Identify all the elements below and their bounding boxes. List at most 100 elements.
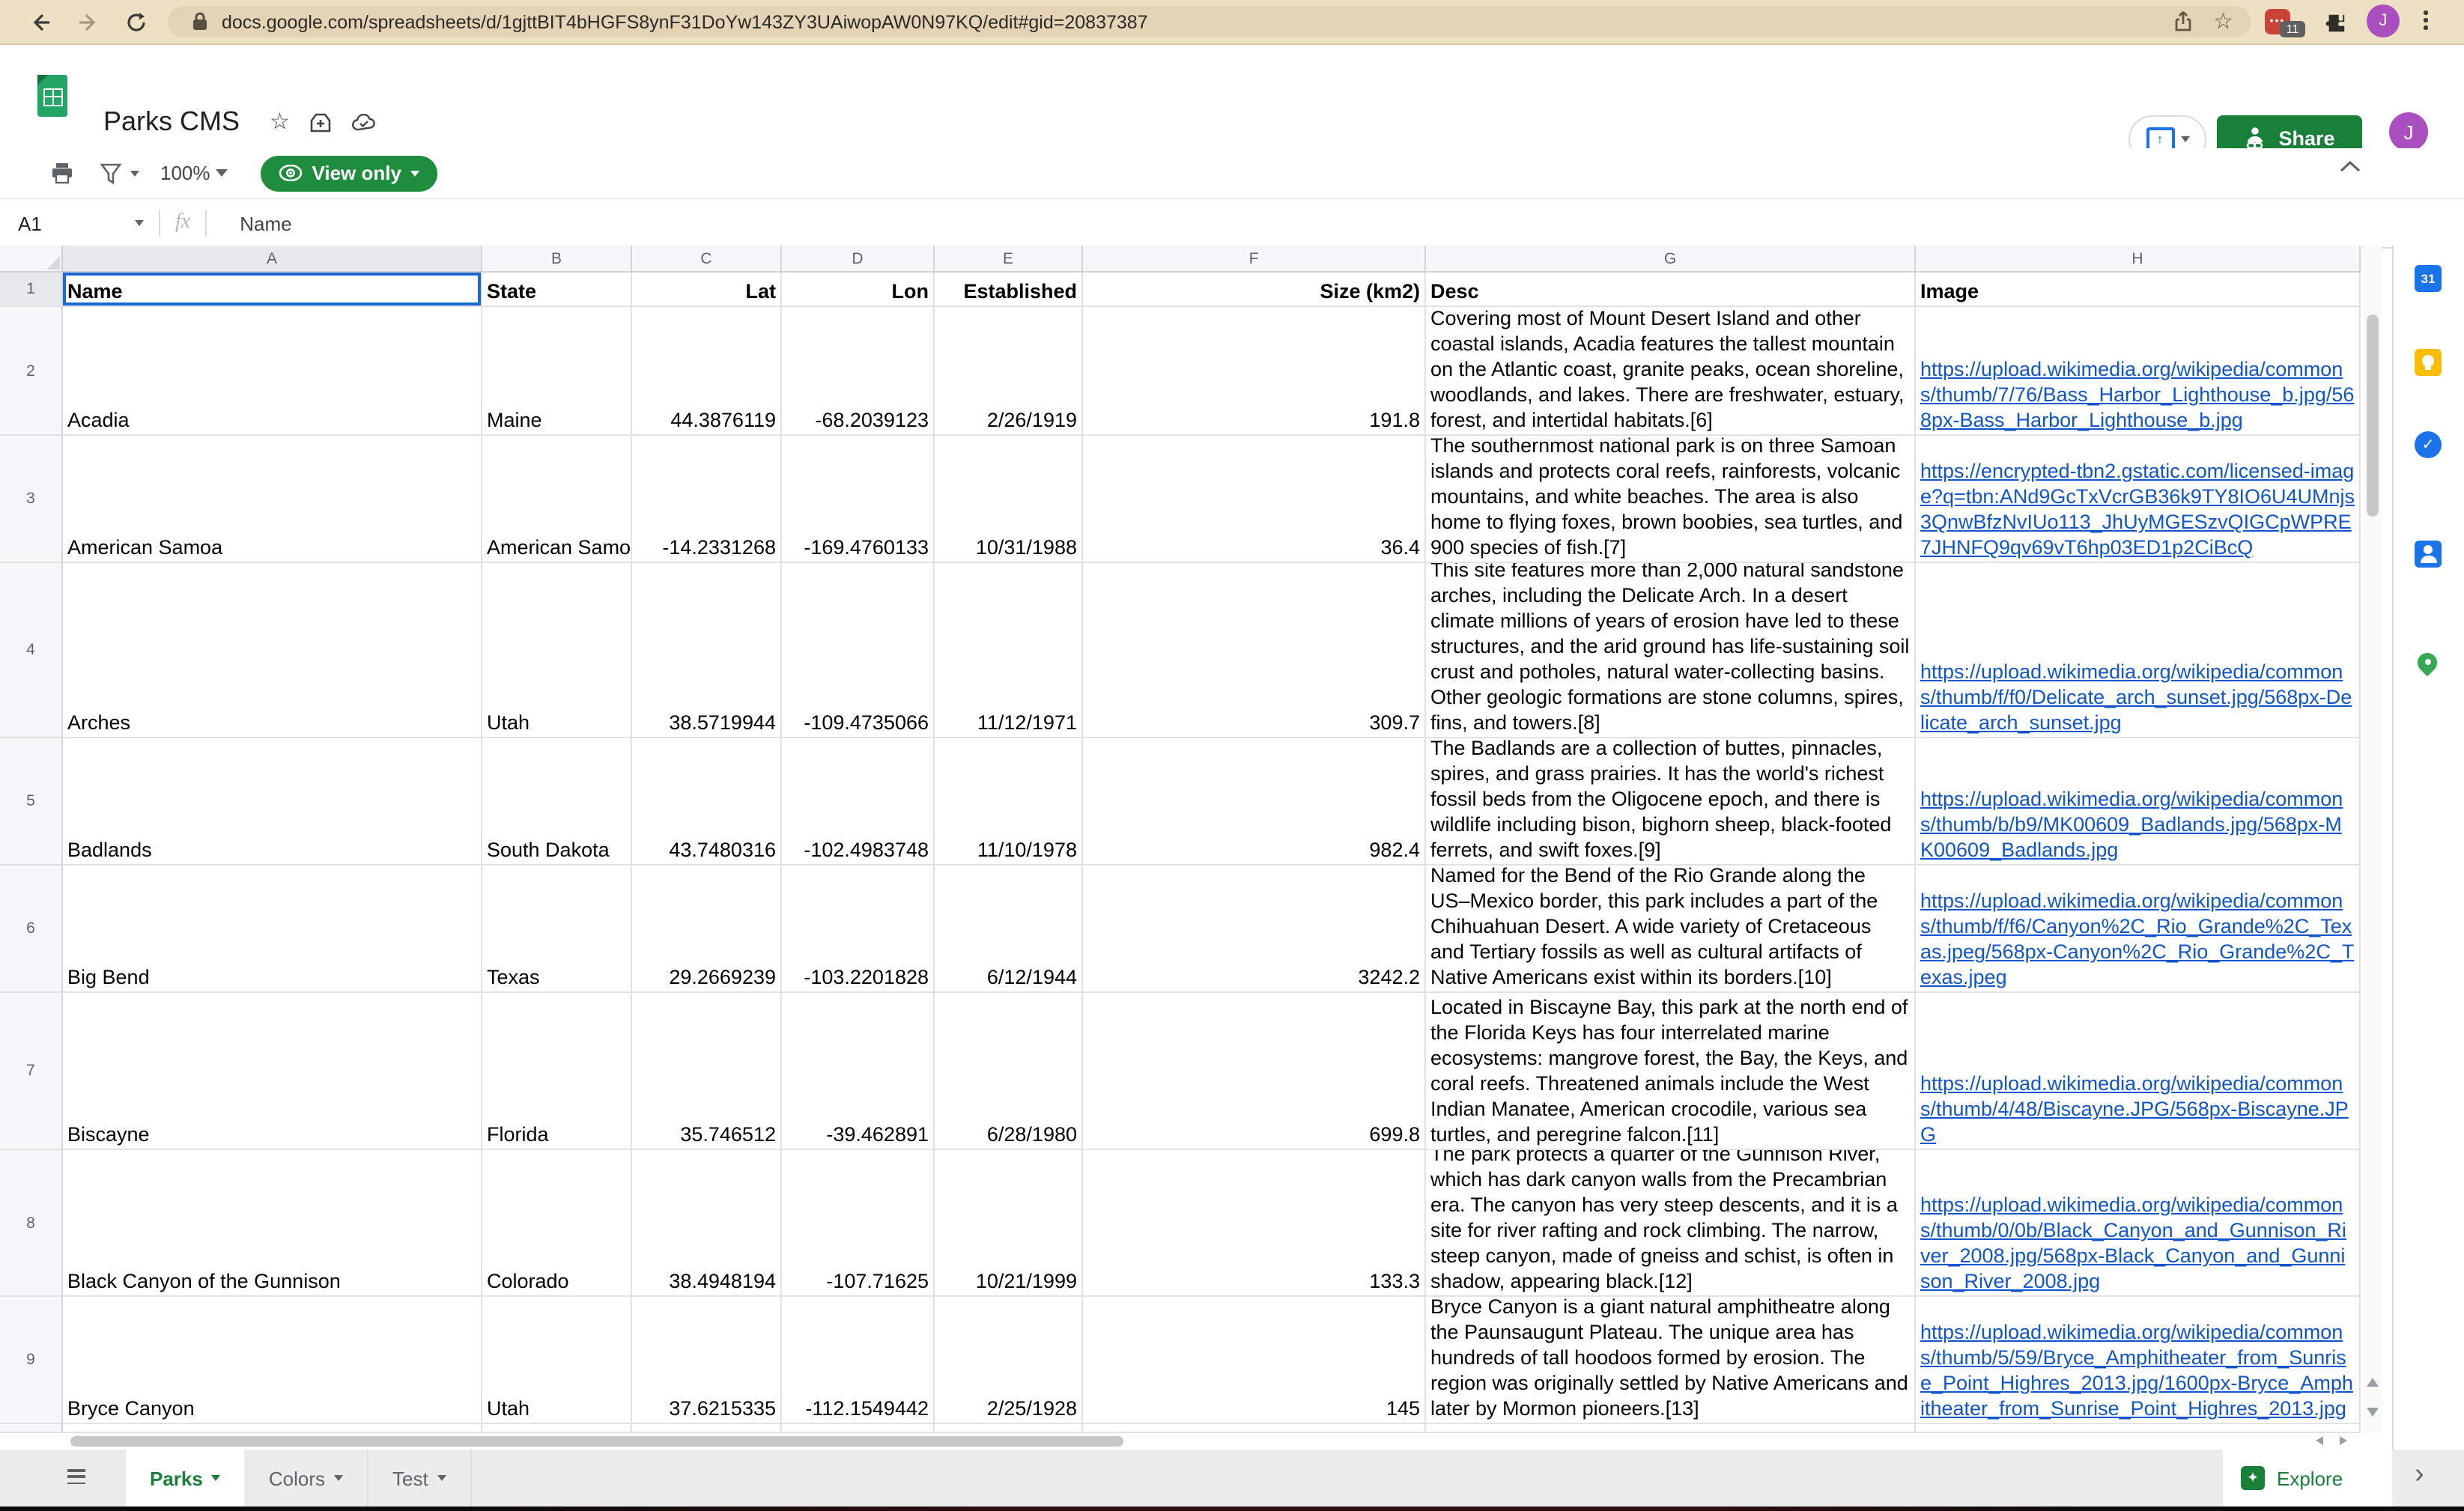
cell-C8[interactable]: 38.4948194 [632, 1150, 782, 1297]
sheets-logo[interactable] [37, 75, 67, 117]
image-link[interactable]: https://encrypted-tbn2.gstatic.com/licen… [1920, 458, 2355, 562]
cell-F2[interactable]: 191.8 [1083, 307, 1426, 436]
cell-G3[interactable]: The southernmost national park is on thr… [1426, 436, 1916, 563]
cell-D[interactable] [782, 1424, 935, 1433]
cell-C1[interactable]: Lat [632, 273, 782, 307]
column-header-C[interactable]: C [632, 246, 782, 273]
cell-F4[interactable]: 309.7 [1083, 563, 1426, 738]
image-link[interactable]: https://upload.wikimedia.org/wikipedia/c… [1920, 1319, 2355, 1423]
cell-G8[interactable]: The park protects a quarter of the Gunni… [1426, 1150, 1916, 1297]
cell-D3[interactable]: -169.4760133 [782, 436, 935, 563]
back-button[interactable] [27, 8, 54, 35]
filter-icon[interactable] [100, 162, 121, 183]
cell-A3[interactable]: American Samoa [63, 436, 482, 563]
forward-button[interactable] [75, 8, 102, 35]
contacts-icon[interactable] [2415, 541, 2442, 568]
row-header-2[interactable]: 2 [0, 307, 63, 436]
image-link[interactable]: https://upload.wikimedia.org/wikipedia/c… [1920, 356, 2355, 434]
cell-G5[interactable]: The Badlands are a collection of buttes,… [1426, 738, 1916, 866]
share-page-icon[interactable] [2173, 10, 2192, 33]
scroll-right-icon[interactable] [2340, 1436, 2347, 1445]
scroll-left-icon[interactable] [2316, 1436, 2323, 1445]
cell-H4[interactable]: https://upload.wikimedia.org/wikipedia/c… [1916, 563, 2361, 738]
row-header-7[interactable]: 7 [0, 993, 63, 1150]
scroll-up-icon[interactable] [2367, 1378, 2379, 1387]
cell-G1[interactable]: Desc [1426, 273, 1916, 307]
cell-E7[interactable]: 6/28/1980 [935, 993, 1083, 1150]
horizontal-scrollbar[interactable] [0, 1433, 2392, 1450]
cell-E8[interactable]: 10/21/1999 [935, 1150, 1083, 1297]
cell-A6[interactable]: Big Bend [63, 866, 482, 993]
cell-C9[interactable]: 37.6215335 [632, 1297, 782, 1424]
collapse-toolbar-icon[interactable] [2340, 160, 2361, 172]
cell-E4[interactable]: 11/12/1971 [935, 563, 1083, 738]
cell-A2[interactable]: Acadia [63, 307, 482, 436]
browser-profile-avatar[interactable]: J [2367, 4, 2400, 37]
view-only-button[interactable]: View only [261, 155, 437, 191]
cell-G9[interactable]: Bryce Canyon is a giant natural amphithe… [1426, 1297, 1916, 1424]
cell-C2[interactable]: 44.3876119 [632, 307, 782, 436]
move-to-drive-icon[interactable] [311, 112, 332, 133]
cell-B5[interactable]: South Dakota [482, 738, 632, 866]
extensions-puzzle-icon[interactable] [2322, 9, 2349, 36]
cell-H2[interactable]: https://upload.wikimedia.org/wikipedia/c… [1916, 307, 2361, 436]
star-document-icon[interactable]: ☆ [270, 111, 290, 133]
column-header-G[interactable]: G [1426, 246, 1916, 273]
cell-A[interactable] [63, 1424, 482, 1433]
cell-F[interactable] [1083, 1424, 1426, 1433]
formula-input[interactable]: Name [240, 212, 291, 234]
sheet-tab-test[interactable]: Test [368, 1450, 472, 1507]
cell-D6[interactable]: -103.2201828 [782, 866, 935, 993]
browser-menu-icon[interactable] [2424, 10, 2427, 29]
cell-D8[interactable]: -107.71625 [782, 1150, 935, 1297]
account-avatar[interactable]: J [2389, 112, 2428, 151]
cell-A4[interactable]: Arches [63, 563, 482, 738]
row-header-blank[interactable] [0, 1424, 63, 1433]
reload-button[interactable] [123, 8, 150, 35]
cell-B6[interactable]: Texas [482, 866, 632, 993]
cell-H7[interactable]: https://upload.wikimedia.org/wikipedia/c… [1916, 993, 2361, 1150]
cell-F7[interactable]: 699.8 [1083, 993, 1426, 1150]
cell-B3[interactable]: American Samoa [482, 436, 632, 563]
cell-E[interactable] [935, 1424, 1083, 1433]
vertical-scrollbar-thumb[interactable] [2367, 314, 2379, 517]
url-text[interactable]: docs.google.com/spreadsheets/d/1gjttBIT4… [222, 11, 2173, 32]
cell-E2[interactable]: 2/26/1919 [935, 307, 1083, 436]
cell-C3[interactable]: -14.2331268 [632, 436, 782, 563]
filter-caret-icon[interactable] [130, 170, 139, 176]
print-icon[interactable] [51, 162, 73, 184]
column-header-A[interactable]: A [63, 246, 482, 273]
row-header-5[interactable]: 5 [0, 738, 63, 866]
cell-E1[interactable]: Established [935, 273, 1083, 307]
all-sheets-icon[interactable] [67, 1469, 85, 1485]
cell-E3[interactable]: 10/31/1988 [935, 436, 1083, 563]
name-box[interactable]: A1 [0, 212, 135, 234]
cell-G6[interactable]: Named for the Bend of the Rio Grande alo… [1426, 866, 1916, 993]
cell-H9[interactable]: https://upload.wikimedia.org/wikipedia/c… [1916, 1297, 2361, 1424]
cell-F9[interactable]: 145 [1083, 1297, 1426, 1424]
cell-D7[interactable]: -39.462891 [782, 993, 935, 1150]
cell-D1[interactable]: Lon [782, 273, 935, 307]
image-link[interactable]: https://upload.wikimedia.org/wikipedia/c… [1920, 786, 2355, 864]
cell-F8[interactable]: 133.3 [1083, 1150, 1426, 1297]
cell-F5[interactable]: 982.4 [1083, 738, 1426, 866]
row-header-1[interactable]: 1 [0, 273, 63, 307]
cell-B[interactable] [482, 1424, 632, 1433]
cell-H6[interactable]: https://upload.wikimedia.org/wikipedia/c… [1916, 866, 2361, 993]
horizontal-scrollbar-thumb[interactable] [70, 1436, 1123, 1447]
explore-button[interactable]: ✦ Explore [2223, 1450, 2392, 1507]
calendar-icon[interactable]: 31 [2415, 265, 2442, 292]
column-header-D[interactable]: D [782, 246, 935, 273]
row-header-4[interactable]: 4 [0, 563, 63, 738]
row-header-3[interactable]: 3 [0, 436, 63, 563]
cell-C6[interactable]: 29.2669239 [632, 866, 782, 993]
cell-G4[interactable]: This site features more than 2,000 natur… [1426, 563, 1916, 738]
cell-D2[interactable]: -68.2039123 [782, 307, 935, 436]
scroll-down-icon[interactable] [2367, 1408, 2379, 1417]
zoom-caret-icon[interactable] [216, 169, 228, 177]
name-box-caret-icon[interactable] [135, 220, 144, 226]
row-header-9[interactable]: 9 [0, 1297, 63, 1424]
bookmark-star-icon[interactable]: ☆ [2213, 10, 2233, 33]
sheet-tab-colors[interactable]: Colors [245, 1450, 368, 1507]
document-title[interactable]: Parks CMS [103, 106, 240, 138]
